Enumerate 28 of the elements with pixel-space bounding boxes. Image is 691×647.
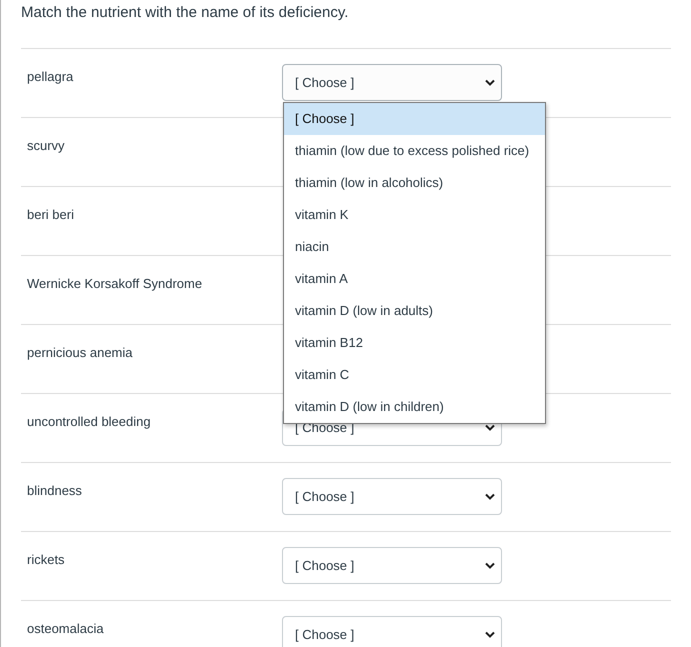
- dropdown-option[interactable]: thiamin (low in alcoholics): [284, 167, 545, 199]
- chevron-down-icon: [485, 424, 495, 431]
- dropdown-option[interactable]: thiamin (low due to excess polished rice): [284, 135, 545, 167]
- answer-label: beri beri: [27, 207, 75, 223]
- dropdown-option[interactable]: [ Choose ]: [284, 103, 545, 135]
- chevron-down-icon: [485, 562, 495, 569]
- dropdown-option[interactable]: vitamin C: [284, 359, 545, 391]
- answer-label: Wernicke Korsakoff Syndrome: [27, 276, 204, 292]
- answer-select[interactable]: [ Choose ]: [282, 616, 502, 647]
- answer-select[interactable]: [ Choose ]: [282, 547, 502, 584]
- dropdown-option[interactable]: niacin: [284, 231, 545, 263]
- answer-label: scurvy: [27, 138, 66, 154]
- answer-select[interactable]: [ Choose ]: [282, 64, 502, 101]
- chevron-down-icon: [485, 631, 495, 638]
- answer-label: pellagra: [27, 69, 74, 85]
- dropdown-option[interactable]: vitamin A: [284, 263, 545, 295]
- answer-label: pernicious anemia: [27, 345, 134, 361]
- answer-label: osteomalacia: [27, 621, 105, 637]
- answer-label: uncontrolled bleeding: [27, 414, 152, 430]
- dropdown-option[interactable]: vitamin K: [284, 199, 545, 231]
- answer-select[interactable]: [ Choose ]: [282, 478, 502, 515]
- dropdown-option[interactable]: vitamin B12: [284, 327, 545, 359]
- answer-label: rickets: [27, 552, 66, 568]
- answer-label: blindness: [27, 483, 83, 499]
- question-text: Match the nutrient with the name of its deficiency.: [21, 3, 350, 23]
- chevron-down-icon: [485, 493, 495, 500]
- chevron-down-icon: [485, 79, 495, 86]
- dropdown-option[interactable]: vitamin D (low in adults): [284, 295, 545, 327]
